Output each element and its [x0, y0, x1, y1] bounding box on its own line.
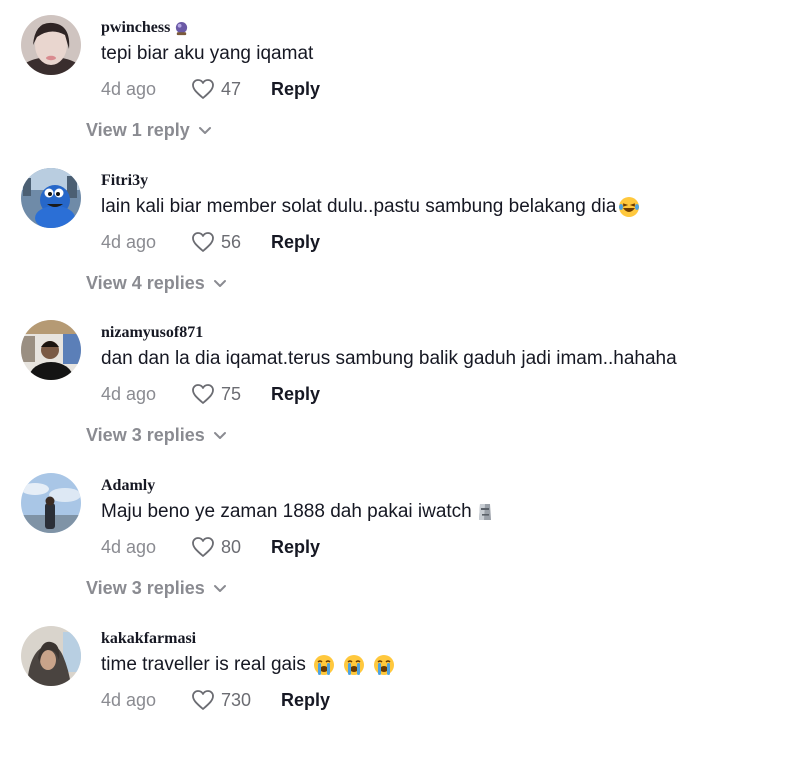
username[interactable]: kakakfarmasi: [101, 630, 196, 648]
avatar[interactable]: [21, 473, 81, 533]
moai-emoji: [478, 504, 491, 520]
heart-icon: [192, 690, 214, 710]
reply-button[interactable]: Reply: [271, 537, 320, 558]
comment-date: 4d ago: [101, 383, 157, 404]
comment-item: nizamyusof871 dan dan la dia iqamat.teru…: [0, 305, 805, 455]
like-count: 80: [221, 536, 242, 557]
view-replies-button[interactable]: View 4 replies: [86, 273, 227, 294]
username-text: pwinchess: [101, 19, 171, 36]
username[interactable]: pwinchess: [101, 19, 189, 37]
like-count: 56: [221, 231, 242, 252]
comment-item: kakakfarmasi time traveller is real gais: [0, 611, 805, 761]
like-count: 730: [221, 689, 252, 710]
comment-date: 4d ago: [101, 689, 157, 710]
avatar[interactable]: [21, 15, 81, 75]
chevron-down-icon: [213, 584, 226, 592]
reply-button[interactable]: Reply: [271, 232, 320, 253]
view-replies-label: View 3 replies: [86, 425, 205, 445]
like-button[interactable]: 75: [191, 383, 271, 405]
comment-date: 4d ago: [101, 78, 157, 99]
like-count: 47: [221, 78, 242, 99]
username[interactable]: Fitri3y: [101, 172, 148, 190]
heart-icon: [192, 232, 214, 252]
avatar[interactable]: [21, 626, 81, 686]
comment-text: tepi biar aku yang iqamat: [101, 43, 314, 64]
username-text: kakakfarmasi: [101, 630, 197, 647]
comment-date: 4d ago: [101, 231, 157, 252]
like-button[interactable]: 730: [191, 689, 281, 711]
loudly-crying-emoji: [313, 655, 334, 675]
view-replies-button[interactable]: View 3 replies: [86, 578, 227, 599]
comment-text-content: time traveller is real gais: [101, 654, 306, 675]
chevron-down-icon: [213, 279, 226, 287]
comment-text: lain kali biar member solat dulu..pastu …: [101, 196, 640, 218]
heart-icon: [192, 384, 214, 404]
username[interactable]: Adamly: [101, 477, 155, 495]
like-button[interactable]: 47: [191, 78, 271, 100]
comment-text: Maju beno ye zaman 1888 dah pakai iwatch: [101, 501, 496, 523]
username-text: Adamly: [101, 477, 156, 494]
comment-text: dan dan la dia iqamat.terus sambung bali…: [101, 348, 677, 369]
comment-meta: 4d ago 56 Reply: [101, 230, 320, 254]
view-replies-button[interactable]: View 1 reply: [86, 120, 212, 141]
emoji-group: [311, 654, 395, 676]
heart-icon: [192, 537, 214, 557]
comment-item: Adamly Maju beno ye zaman 1888 dah pakai…: [0, 458, 805, 608]
comment-item: Fitri3y lain kali biar member solat dulu…: [0, 153, 805, 303]
comment-text-content: Maju beno ye zaman 1888 dah pakai iwatch: [101, 501, 472, 522]
loudly-crying-emoji: [373, 655, 394, 675]
chevron-down-icon: [213, 431, 226, 439]
username[interactable]: nizamyusof871: [101, 324, 203, 342]
reply-button[interactable]: Reply: [271, 79, 320, 100]
loudly-crying-emoji: [343, 655, 364, 675]
comment-date: 4d ago: [101, 536, 157, 557]
comment-meta: 4d ago 730 Reply: [101, 688, 330, 712]
reply-button[interactable]: Reply: [271, 384, 320, 405]
comment-meta: 4d ago 80 Reply: [101, 535, 320, 559]
comment-meta: 4d ago 75 Reply: [101, 382, 320, 406]
chevron-down-icon: [198, 126, 211, 134]
like-button[interactable]: 56: [191, 231, 271, 253]
like-button[interactable]: 80: [191, 536, 271, 558]
like-count: 75: [221, 383, 242, 404]
avatar[interactable]: [21, 168, 81, 228]
comment-text-content: lain kali biar member solat dulu..pastu …: [101, 196, 617, 217]
avatar[interactable]: [21, 320, 81, 380]
heart-icon: [192, 79, 214, 99]
view-replies-label: View 1 reply: [86, 120, 190, 140]
comment-text: time traveller is real gais: [101, 654, 395, 676]
view-replies-label: View 3 replies: [86, 578, 205, 598]
view-replies-button[interactable]: View 3 replies: [86, 425, 227, 446]
crystal-ball-icon: [176, 21, 188, 35]
reply-button[interactable]: Reply: [281, 690, 330, 711]
username-text: Fitri3y: [101, 172, 149, 189]
comment-meta: 4d ago 47 Reply: [101, 77, 320, 101]
comment-item: pwinchess tepi biar aku yang iqamat 4d a…: [0, 0, 805, 150]
laughing-tears-emoji: [619, 197, 640, 217]
view-replies-label: View 4 replies: [86, 273, 205, 293]
username-text: nizamyusof871: [101, 324, 204, 341]
